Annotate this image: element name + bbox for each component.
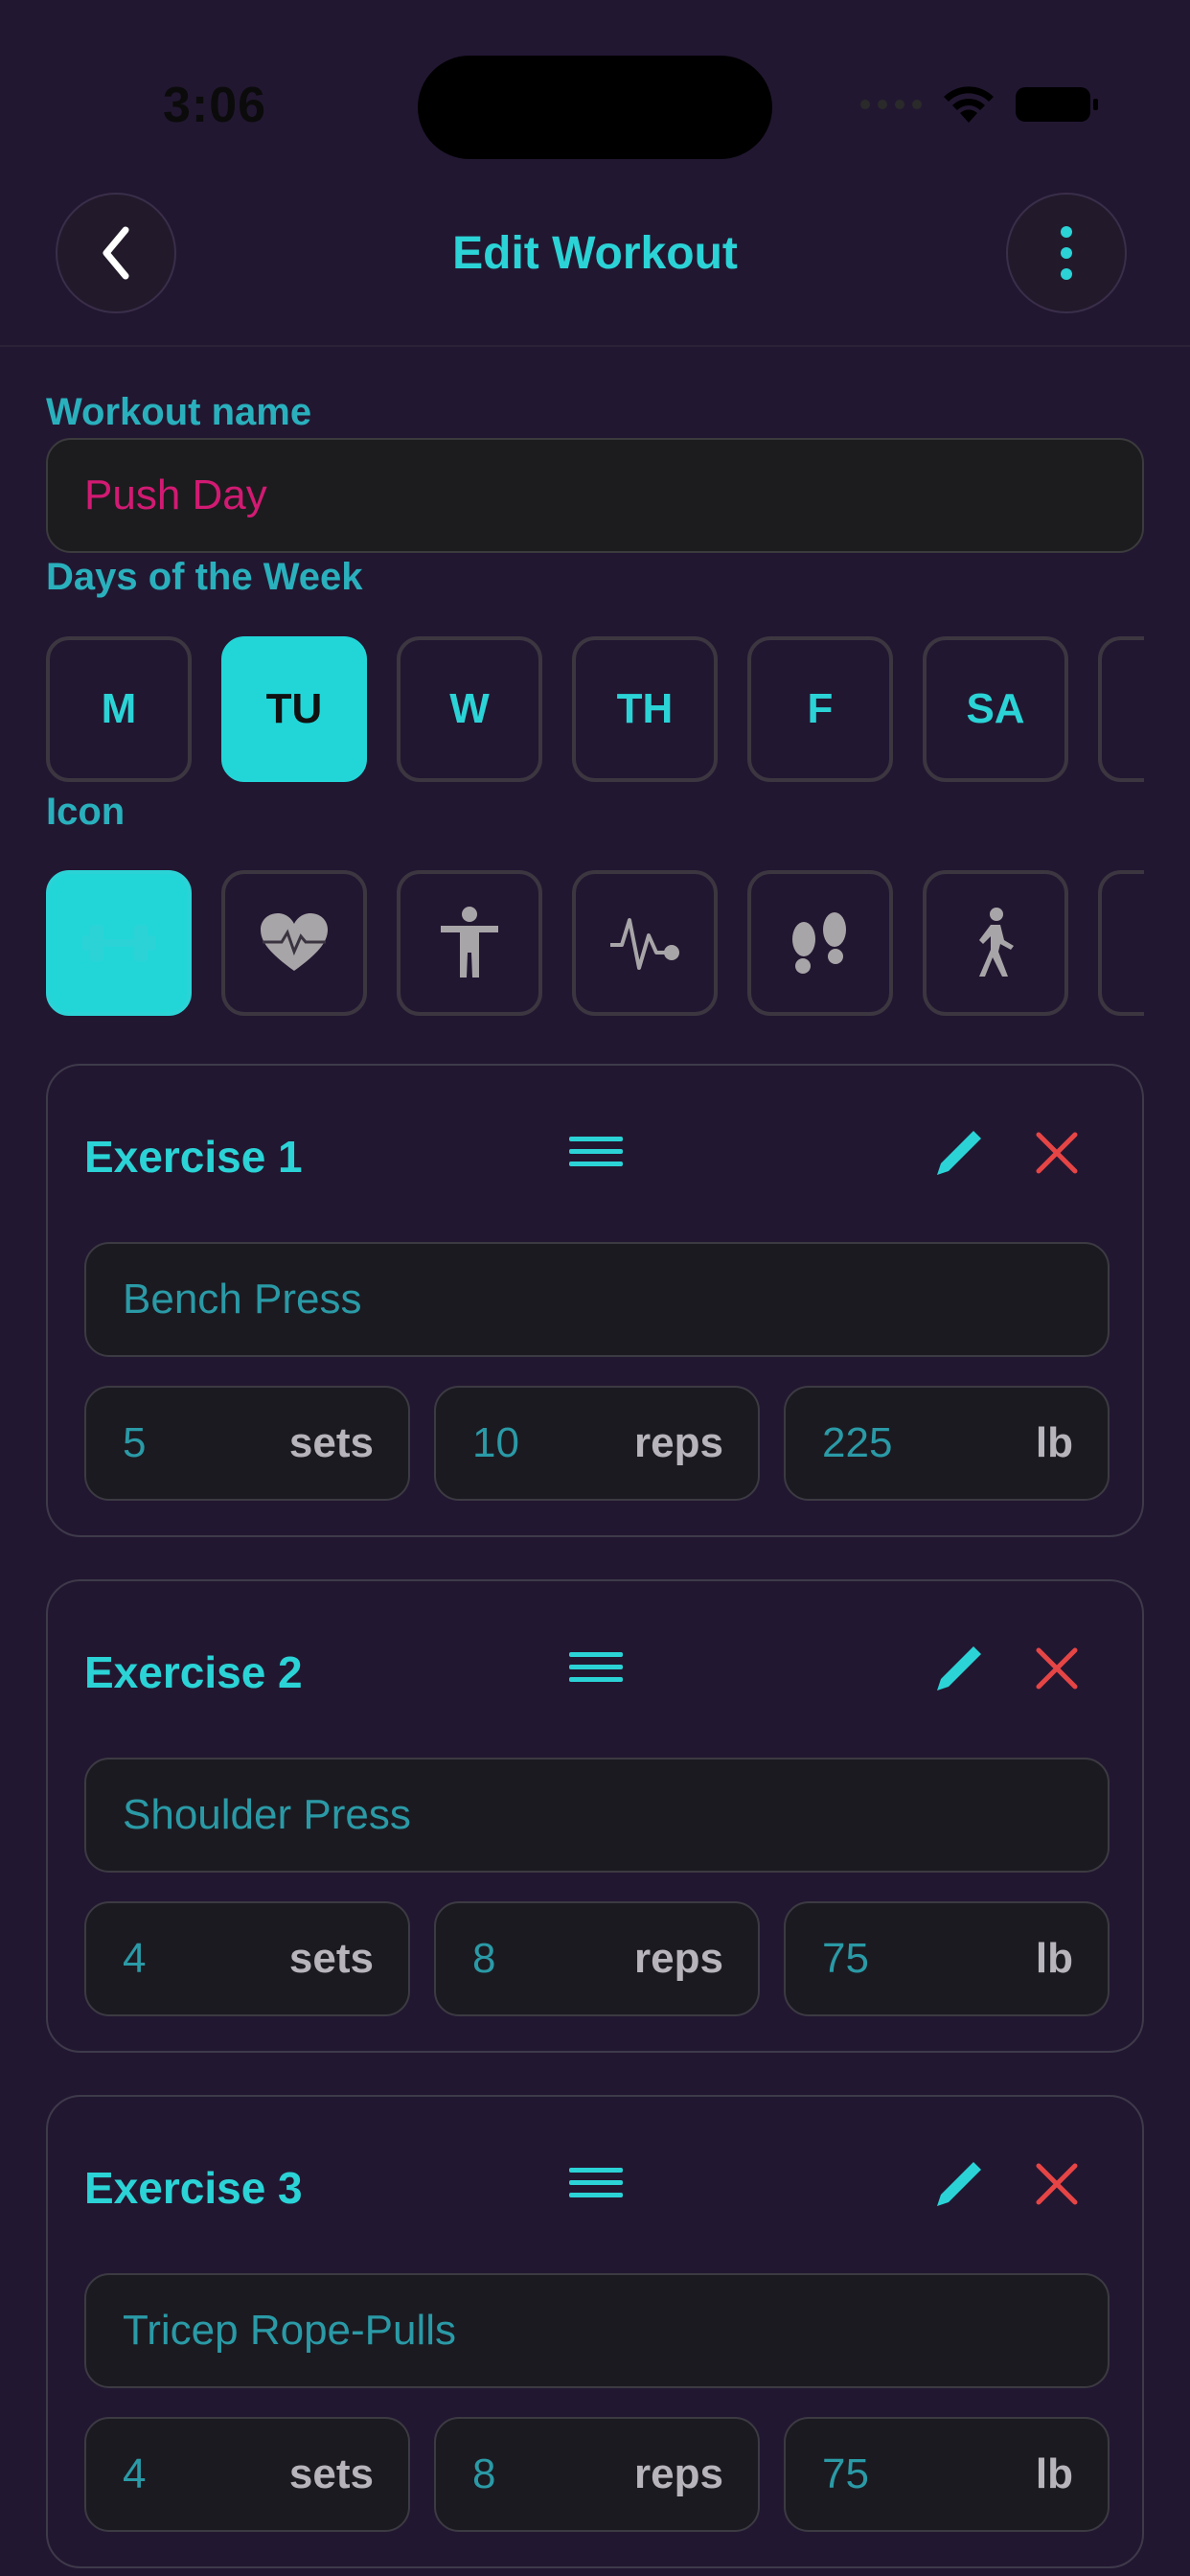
heart-pulse-icon [261, 913, 328, 971]
weight-value: 225 [822, 1419, 893, 1466]
sets-unit: sets [288, 1419, 374, 1466]
walking-icon [979, 908, 1014, 977]
weight-input[interactable]: 75 lb [784, 2417, 1110, 2532]
dynamic-island [418, 56, 772, 159]
header-divider [0, 345, 1190, 347]
exercise-name-input[interactable]: Tricep Rope-Pulls [84, 2273, 1110, 2388]
sets-input[interactable]: 4 sets [84, 2417, 410, 2532]
exercise-name-input[interactable]: Bench Press [84, 1242, 1110, 1357]
icon-option-person[interactable] [397, 870, 542, 1016]
sets-unit: sets [288, 1935, 374, 1982]
reps-value: 10 [472, 1419, 519, 1466]
exercise-title: Exercise 1 [84, 1132, 303, 1182]
day-chip-sunday[interactable]: S [1098, 636, 1144, 782]
day-chip-tuesday[interactable]: TU [221, 636, 367, 782]
dumbbell-icon [82, 925, 155, 961]
day-chip-monday[interactable]: M [46, 636, 192, 782]
weight-value: 75 [822, 1935, 869, 1982]
day-chip-wednesday[interactable]: W [397, 636, 542, 782]
weight-input[interactable]: 75 lb [784, 1901, 1110, 2016]
sets-value: 4 [123, 1935, 147, 1982]
close-icon[interactable] [1035, 2162, 1079, 2206]
icon-row[interactable] [46, 870, 1144, 1016]
day-chip-friday[interactable]: F [747, 636, 893, 782]
weight-input[interactable]: 225 lb [784, 1386, 1110, 1501]
vertical-dots-icon [1061, 226, 1072, 280]
reps-value: 8 [472, 2450, 496, 2497]
exercise-card: Exercise 2 Shoulder Press 4 sets 8 reps 75… [46, 1579, 1144, 2053]
icon-option-heart[interactable] [221, 870, 367, 1016]
pencil-icon[interactable] [929, 1641, 987, 1698]
icon-option-more[interactable] [1098, 870, 1144, 1016]
sets-input[interactable]: 4 sets [84, 1901, 410, 2016]
icon-option-footprints[interactable] [747, 870, 893, 1016]
workout-name-label: Workout name [46, 391, 312, 433]
reps-input[interactable]: 10 reps [434, 1386, 760, 1501]
workout-name-input[interactable]: Push Day [46, 438, 1144, 553]
close-icon[interactable] [1035, 1131, 1079, 1175]
exercise-card: Exercise 3 Tricep Rope-Pulls 4 sets 8 reps… [46, 2095, 1144, 2568]
reps-input[interactable]: 8 reps [434, 2417, 760, 2532]
weight-value: 75 [822, 2450, 869, 2497]
icon-option-walking[interactable] [923, 870, 1068, 1016]
reps-unit: reps [634, 1935, 723, 1982]
pencil-icon[interactable] [929, 2156, 987, 2214]
exercise-title: Exercise 2 [84, 1647, 303, 1697]
status-indicators [860, 84, 1098, 125]
day-chip-saturday[interactable]: SA [923, 636, 1068, 782]
icon-option-dumbbell[interactable] [46, 870, 192, 1016]
footprints-icon [792, 912, 846, 974]
person-icon [441, 907, 498, 978]
drag-handle-icon[interactable] [569, 1135, 623, 1169]
wifi-icon [944, 86, 994, 123]
pencil-icon[interactable] [929, 1125, 987, 1183]
sets-value: 4 [123, 2450, 147, 2497]
drag-handle-icon[interactable] [569, 2166, 623, 2200]
weight-unit: lb [1035, 1935, 1073, 1982]
close-icon[interactable] [1035, 1646, 1079, 1690]
signal-icon [860, 100, 922, 109]
sets-unit: sets [288, 2450, 374, 2497]
icon-label: Icon [46, 791, 126, 833]
weight-unit: lb [1035, 2450, 1073, 2497]
sets-value: 5 [123, 1419, 147, 1466]
day-chip-thursday[interactable]: TH [572, 636, 718, 782]
pulse-icon [610, 918, 679, 970]
reps-input[interactable]: 8 reps [434, 1901, 760, 2016]
weight-unit: lb [1035, 1419, 1073, 1466]
reps-unit: reps [634, 2450, 723, 2497]
drag-handle-icon[interactable] [569, 1650, 623, 1685]
days-row[interactable]: M TU W TH F SA S [46, 636, 1144, 782]
reps-unit: reps [634, 1419, 723, 1466]
icon-option-pulse[interactable] [572, 870, 718, 1016]
exercise-name-input[interactable]: Shoulder Press [84, 1758, 1110, 1873]
battery-icon [1016, 87, 1098, 122]
exercise-card: Exercise 1 Bench Press 5 sets 10 reps 225 l… [46, 1064, 1144, 1537]
sets-input[interactable]: 5 sets [84, 1386, 410, 1501]
reps-value: 8 [472, 1935, 496, 1982]
more-options-button[interactable] [1006, 193, 1127, 313]
status-time: 3:06 [163, 78, 267, 133]
days-label: Days of the Week [46, 556, 363, 598]
exercise-title: Exercise 3 [84, 2163, 303, 2213]
